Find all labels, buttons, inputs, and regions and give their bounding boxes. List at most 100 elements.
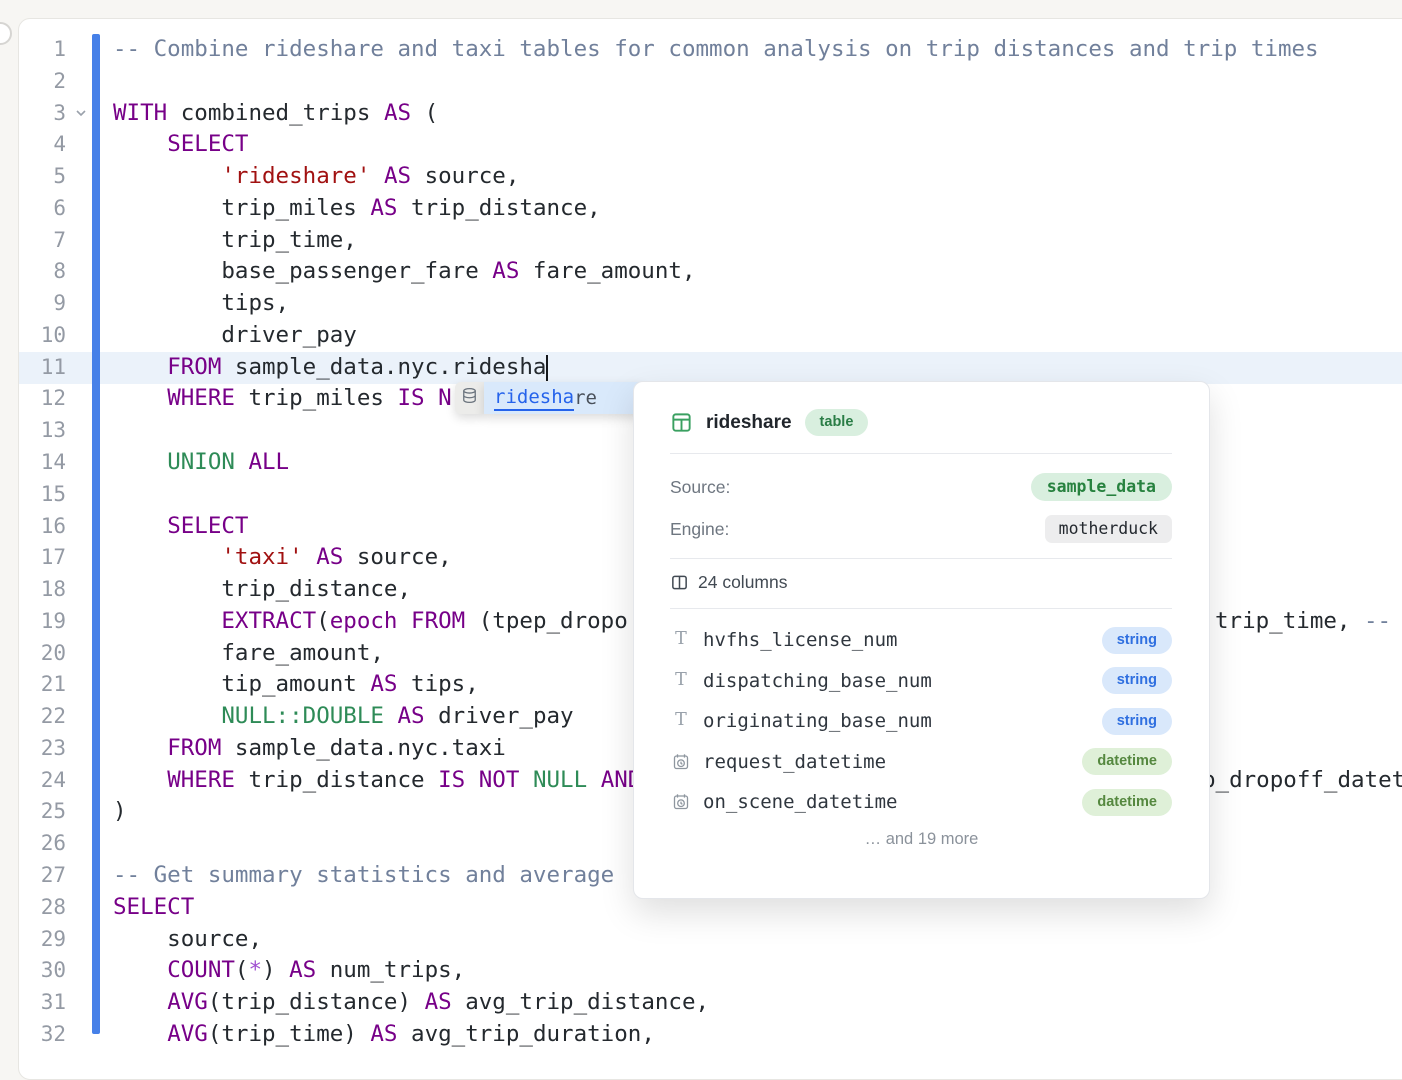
code-line[interactable]: FROM sample_data.nyc.ridesha xyxy=(113,352,546,384)
autocomplete-rest-text: re xyxy=(574,387,597,409)
code-line[interactable]: WITH combined_trips AS ( xyxy=(113,98,438,130)
line-number: 16 xyxy=(18,511,66,543)
column-list-item: Thvfhs_license_num string xyxy=(670,626,1172,654)
code-line[interactable]: NULL::DOUBLE AS driver_pay xyxy=(113,701,574,733)
divider xyxy=(670,453,1172,454)
code-line[interactable]: tips, xyxy=(113,288,289,320)
line-number: 30 xyxy=(18,955,66,987)
line-number: 12 xyxy=(18,383,66,415)
code-line[interactable]: driver_pay xyxy=(113,320,357,352)
line-number: 13 xyxy=(18,415,66,447)
line-number: 14 xyxy=(18,447,66,479)
line-number: 22 xyxy=(18,701,66,733)
database-icon xyxy=(461,387,478,409)
code-line[interactable]: AVG(trip_distance) AS avg_trip_distance, xyxy=(113,987,709,1019)
code-line[interactable]: SELECT xyxy=(113,129,248,161)
table-icon xyxy=(670,411,693,434)
line-number: 3 xyxy=(18,98,66,130)
code-line[interactable]: trip_distance, xyxy=(113,574,411,606)
code-line[interactable]: SELECT xyxy=(113,511,248,543)
column-name: request_datetime xyxy=(703,751,886,773)
more-columns-label: … and 19 more xyxy=(634,830,1209,849)
columns-icon xyxy=(670,573,689,592)
column-type-badge: datetime xyxy=(1082,748,1172,775)
line-number: 26 xyxy=(18,828,66,860)
line-number: 8 xyxy=(18,256,66,288)
code-line[interactable]: UNION ALL xyxy=(113,447,289,479)
line-number: 19 xyxy=(18,606,66,638)
line-number: 28 xyxy=(18,892,66,924)
column-list-item: request_datetime datetime xyxy=(670,748,1172,776)
code-line[interactable]: COUNT(*) AS num_trips, xyxy=(113,955,465,987)
code-line[interactable]: SELECT xyxy=(113,892,194,924)
line-number: 9 xyxy=(18,288,66,320)
line-number: 2 xyxy=(18,66,66,98)
column-name: originating_base_num xyxy=(703,710,932,732)
popover-title: rideshare xyxy=(706,412,792,434)
code-line[interactable]: trip_miles AS trip_distance, xyxy=(113,193,601,225)
cell-accent-bar xyxy=(92,34,100,1034)
source-label: Source: xyxy=(670,473,730,501)
code-line[interactable]: WHERE trip_distance IS NOT NULL AND xyxy=(113,765,641,797)
column-name: on_scene_datetime xyxy=(703,791,897,813)
code-line-fragment[interactable]: trip_time, -- xyxy=(1215,606,1391,638)
line-number: 7 xyxy=(18,225,66,257)
column-list-item: Toriginating_base_num string xyxy=(670,707,1172,735)
text-type-icon: T xyxy=(670,631,692,649)
code-line[interactable]: EXTRACT(epoch FROM (tpep_dropo xyxy=(113,606,628,638)
code-line[interactable]: base_passenger_fare AS fare_amount, xyxy=(113,256,696,288)
code-line[interactable]: ) xyxy=(113,796,127,828)
column-type-badge: datetime xyxy=(1082,789,1172,816)
text-cursor xyxy=(546,355,548,381)
code-line[interactable]: 'taxi' AS source, xyxy=(113,542,452,574)
line-number: 10 xyxy=(18,320,66,352)
line-number: 25 xyxy=(18,796,66,828)
code-line[interactable]: -- Get summary statistics and average xyxy=(113,860,628,892)
autocomplete-option-rideshare[interactable]: rideshare xyxy=(484,382,643,414)
text-type-icon: T xyxy=(670,712,692,730)
line-number: 21 xyxy=(18,669,66,701)
popover-header: rideshare table xyxy=(670,409,868,436)
engine-label: Engine: xyxy=(670,515,729,543)
fold-chevron-icon[interactable] xyxy=(72,98,90,130)
code-line[interactable]: trip_time, xyxy=(113,225,357,257)
engine-value-badge: motherduck xyxy=(1045,515,1172,543)
cell-handle-icon xyxy=(0,22,12,45)
code-line[interactable]: FROM sample_data.nyc.taxi xyxy=(113,733,506,765)
code-line[interactable]: -- Combine rideshare and taxi tables for… xyxy=(113,34,1319,66)
code-line[interactable]: WHERE trip_miles IS N xyxy=(113,383,452,415)
line-number: 18 xyxy=(18,574,66,606)
line-number: 29 xyxy=(18,924,66,956)
columns-count: 24 columns xyxy=(670,568,788,596)
column-list-item: on_scene_datetime datetime xyxy=(670,788,1172,816)
column-name: dispatching_base_num xyxy=(703,670,932,692)
divider xyxy=(670,558,1172,559)
column-list-item: Tdispatching_base_num string xyxy=(670,667,1172,695)
line-number: 17 xyxy=(18,542,66,574)
line-number: 24 xyxy=(18,765,66,797)
line-number: 23 xyxy=(18,733,66,765)
code-line[interactable]: tip_amount AS tips, xyxy=(113,669,479,701)
datetime-icon xyxy=(670,753,692,771)
column-type-badge: string xyxy=(1102,667,1172,694)
text-type-icon: T xyxy=(670,672,692,690)
line-number: 11 xyxy=(18,352,66,384)
line-number: 15 xyxy=(18,479,66,511)
code-line[interactable]: source, xyxy=(113,924,262,956)
divider xyxy=(670,608,1172,609)
datetime-icon xyxy=(670,793,692,811)
line-number: 6 xyxy=(18,193,66,225)
code-line[interactable]: fare_amount, xyxy=(113,638,384,670)
line-number: 1 xyxy=(18,34,66,66)
line-number: 20 xyxy=(18,638,66,670)
column-type-badge: string xyxy=(1102,708,1172,735)
code-line[interactable]: 'rideshare' AS source, xyxy=(113,161,519,193)
code-line-fragment[interactable]: p_dropoff_datet xyxy=(1202,765,1402,797)
line-number: 5 xyxy=(18,161,66,193)
column-type-badge: string xyxy=(1102,627,1172,654)
source-value-badge: sample_data xyxy=(1031,473,1172,501)
line-number: 31 xyxy=(18,987,66,1019)
column-name: hvfhs_license_num xyxy=(703,629,897,651)
line-number: 27 xyxy=(18,860,66,892)
line-number: 4 xyxy=(18,129,66,161)
